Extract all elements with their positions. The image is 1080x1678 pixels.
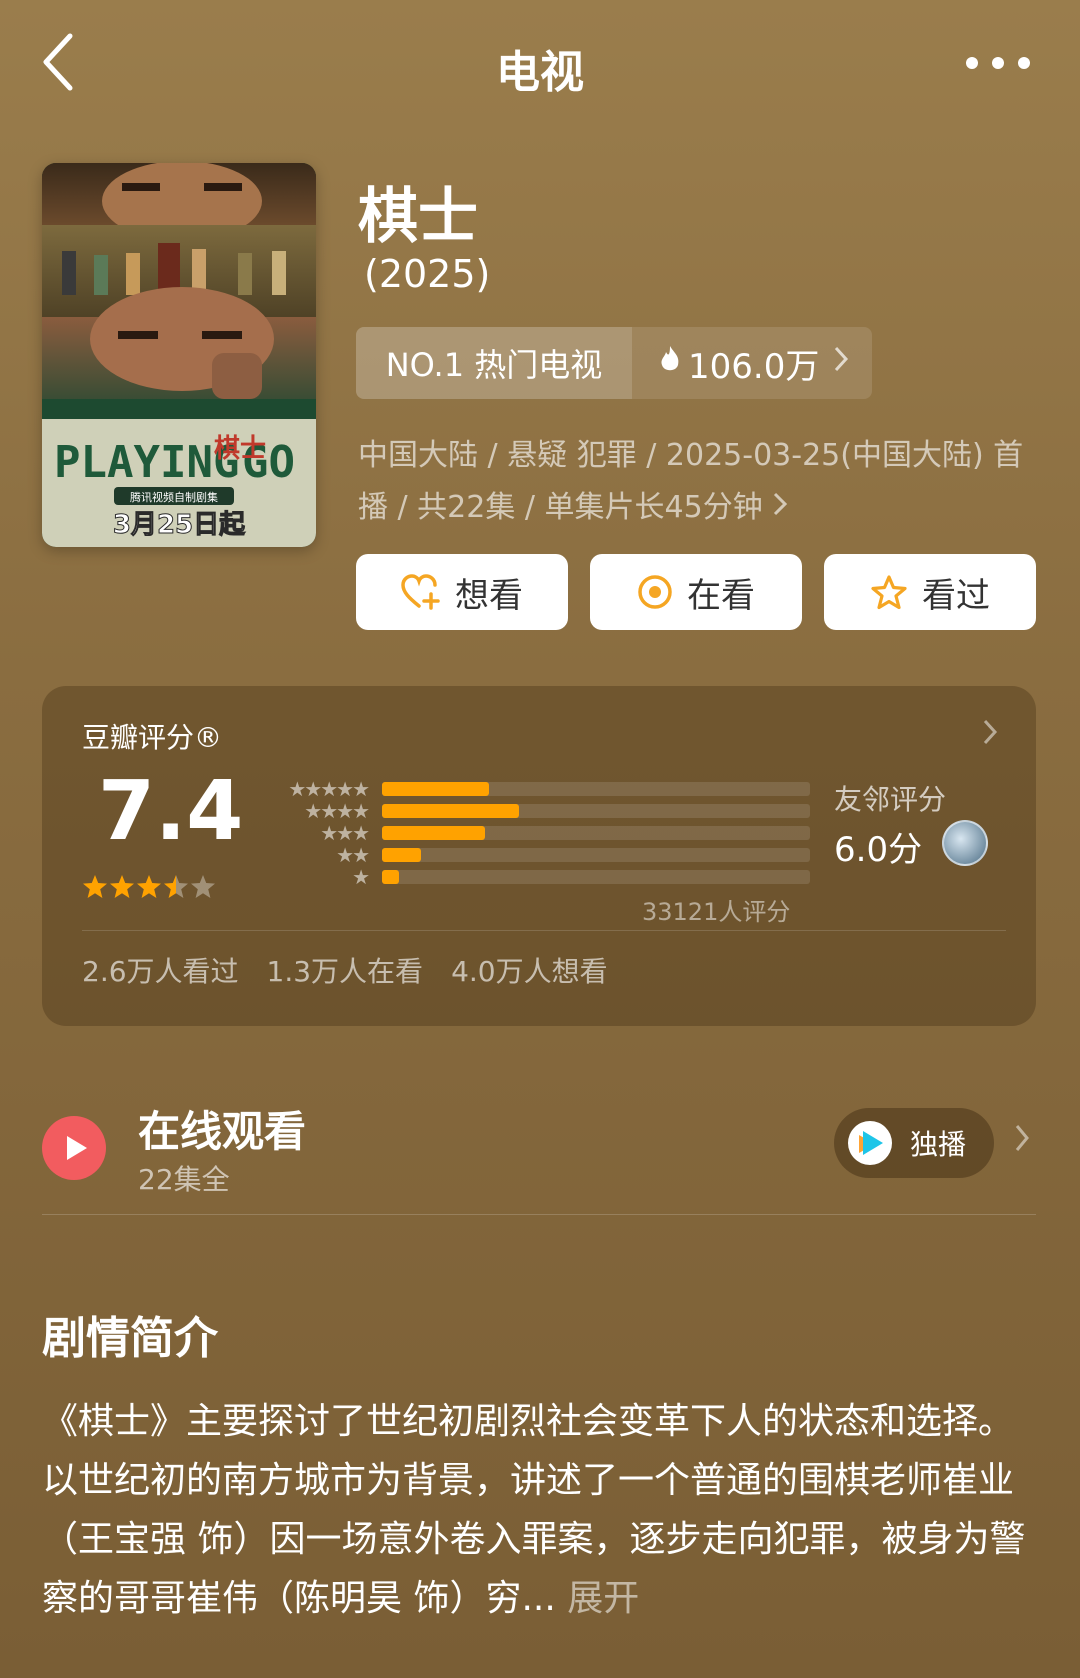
distribution-track xyxy=(382,848,810,862)
distribution-track xyxy=(382,826,810,840)
distribution-row: ★ xyxy=(256,866,810,888)
meta-text: 中国大陆 / 悬疑 犯罪 / 2025-03-25(中国大陆) 首播 / 共22… xyxy=(358,438,1024,525)
distribution-stars-icon: ★ xyxy=(352,865,370,889)
action-row: 想看 在看 看过 xyxy=(356,554,1036,630)
distribution-row: ★★ xyxy=(256,844,810,866)
distribution-track xyxy=(382,870,810,884)
divider xyxy=(42,1214,1036,1215)
distribution-bar xyxy=(382,826,485,840)
synopsis-text: 《棋士》主要探讨了世纪初剧烈社会变革下人的状态和选择。以世纪初的南方城市为背景，… xyxy=(42,1392,1036,1628)
heat-value-box: 106.0万 xyxy=(632,327,872,399)
rating-distribution: ★★★★★ ★★★★ ★★★ ★★ ★ xyxy=(256,778,810,888)
exclusive-badge[interactable]: 独播 xyxy=(834,1108,994,1178)
stat-want: 4.0万人想看 xyxy=(451,955,608,988)
watched-button[interactable]: 看过 xyxy=(824,554,1036,630)
exclusive-label: 独播 xyxy=(910,1128,967,1161)
distribution-bar xyxy=(382,848,421,862)
distribution-track xyxy=(382,804,810,818)
more-button[interactable] xyxy=(966,48,1030,78)
friend-avatar[interactable] xyxy=(942,820,988,866)
poster-subtitle: 腾讯视频自制剧集 xyxy=(130,490,218,504)
more-dot-icon xyxy=(992,57,1004,69)
meta-info[interactable]: 中国大陆 / 悬疑 犯罪 / 2025-03-25(中国大陆) 首播 / 共22… xyxy=(358,430,1038,534)
target-icon xyxy=(637,574,673,610)
distribution-track xyxy=(382,782,810,796)
rating-label: 豆瓣评分® xyxy=(82,721,223,754)
expand-link[interactable]: 展开 xyxy=(567,1578,639,1619)
movie-title: 棋士 xyxy=(358,182,478,252)
distribution-stars-icon: ★★ xyxy=(336,843,370,867)
star-outline-icon xyxy=(870,574,908,610)
rating-star-icon xyxy=(109,874,135,907)
nav-bar: 电视 xyxy=(0,0,1080,130)
want-label: 想看 xyxy=(455,575,523,616)
distribution-row: ★★★ xyxy=(256,822,810,844)
poster-image[interactable]: PLAYING GO 棋士 腾讯视频自制剧集 3月25日起 xyxy=(42,163,316,547)
rating-star-icon xyxy=(163,874,189,907)
rating-count: 33121人评分 xyxy=(642,898,791,926)
play-icon xyxy=(42,1116,106,1180)
friend-rating-label: 友邻评分 xyxy=(834,783,947,816)
rating-score: 7.4 xyxy=(98,764,244,859)
distribution-bar xyxy=(382,870,400,884)
watch-online-row[interactable]: 在线观看 22集全 独播 xyxy=(42,1096,1036,1216)
poster-title-cn: 棋士 xyxy=(214,434,266,464)
rating-star-icon xyxy=(190,874,216,907)
rank-badge[interactable]: NO.1 热门电视 106.0万 xyxy=(356,327,872,399)
chevron-right-icon xyxy=(1014,1122,1030,1162)
rating-star-icon xyxy=(136,874,162,907)
distribution-bar xyxy=(382,804,519,818)
want-button[interactable]: 想看 xyxy=(356,554,568,630)
watch-title: 在线观看 xyxy=(138,1107,307,1156)
watching-label: 在看 xyxy=(687,575,755,616)
score-stars xyxy=(82,874,217,907)
distribution-bar xyxy=(382,782,489,796)
watch-episodes: 22集全 xyxy=(138,1163,230,1196)
chevron-right-icon xyxy=(982,716,998,754)
fire-icon xyxy=(658,344,682,382)
poster-title-en: PLAYING xyxy=(54,437,239,488)
synopsis-body: 《棋士》主要探讨了世纪初剧烈社会变革下人的状态和选择。以世纪初的南方城市为背景，… xyxy=(42,1401,1026,1619)
poster-date: 3月25日起 xyxy=(113,510,246,540)
rating-card[interactable]: 豆瓣评分® 7.4 ★★★★★ ★★★★ ★★★ ★★ ★ 33121人评分 友邻评分 … xyxy=(42,686,1036,1026)
friend-rating-score: 6.0分 xyxy=(834,830,923,870)
distribution-stars-icon: ★★★★★ xyxy=(288,777,370,801)
tencent-video-icon xyxy=(848,1121,892,1165)
distribution-row: ★★★★★ xyxy=(256,778,810,800)
distribution-row: ★★★★ xyxy=(256,800,810,822)
synopsis-title: 剧情简介 xyxy=(42,1313,218,1364)
rank-label: NO.1 热门电视 xyxy=(356,327,632,399)
distribution-stars-icon: ★★★★ xyxy=(304,799,370,823)
page-title: 电视 xyxy=(496,47,584,98)
divider xyxy=(82,930,1006,931)
watching-button[interactable]: 在看 xyxy=(590,554,802,630)
more-dot-icon xyxy=(1018,57,1030,69)
rating-star-icon xyxy=(82,874,108,907)
chevron-right-icon xyxy=(772,490,788,525)
stat-watched: 2.6万人看过 xyxy=(82,955,239,988)
rating-stats: 2.6万人看过 1.3万人在看 4.0万人想看 xyxy=(82,950,608,990)
chevron-right-icon xyxy=(833,345,849,381)
stat-watching: 1.3万人在看 xyxy=(266,955,424,988)
heat-value: 106.0万 xyxy=(688,346,820,387)
heart-plus-icon xyxy=(401,574,441,610)
distribution-stars-icon: ★★★ xyxy=(320,821,370,845)
more-dot-icon xyxy=(966,57,978,69)
watched-label: 看过 xyxy=(922,575,990,616)
movie-year: (2025) xyxy=(364,252,491,296)
